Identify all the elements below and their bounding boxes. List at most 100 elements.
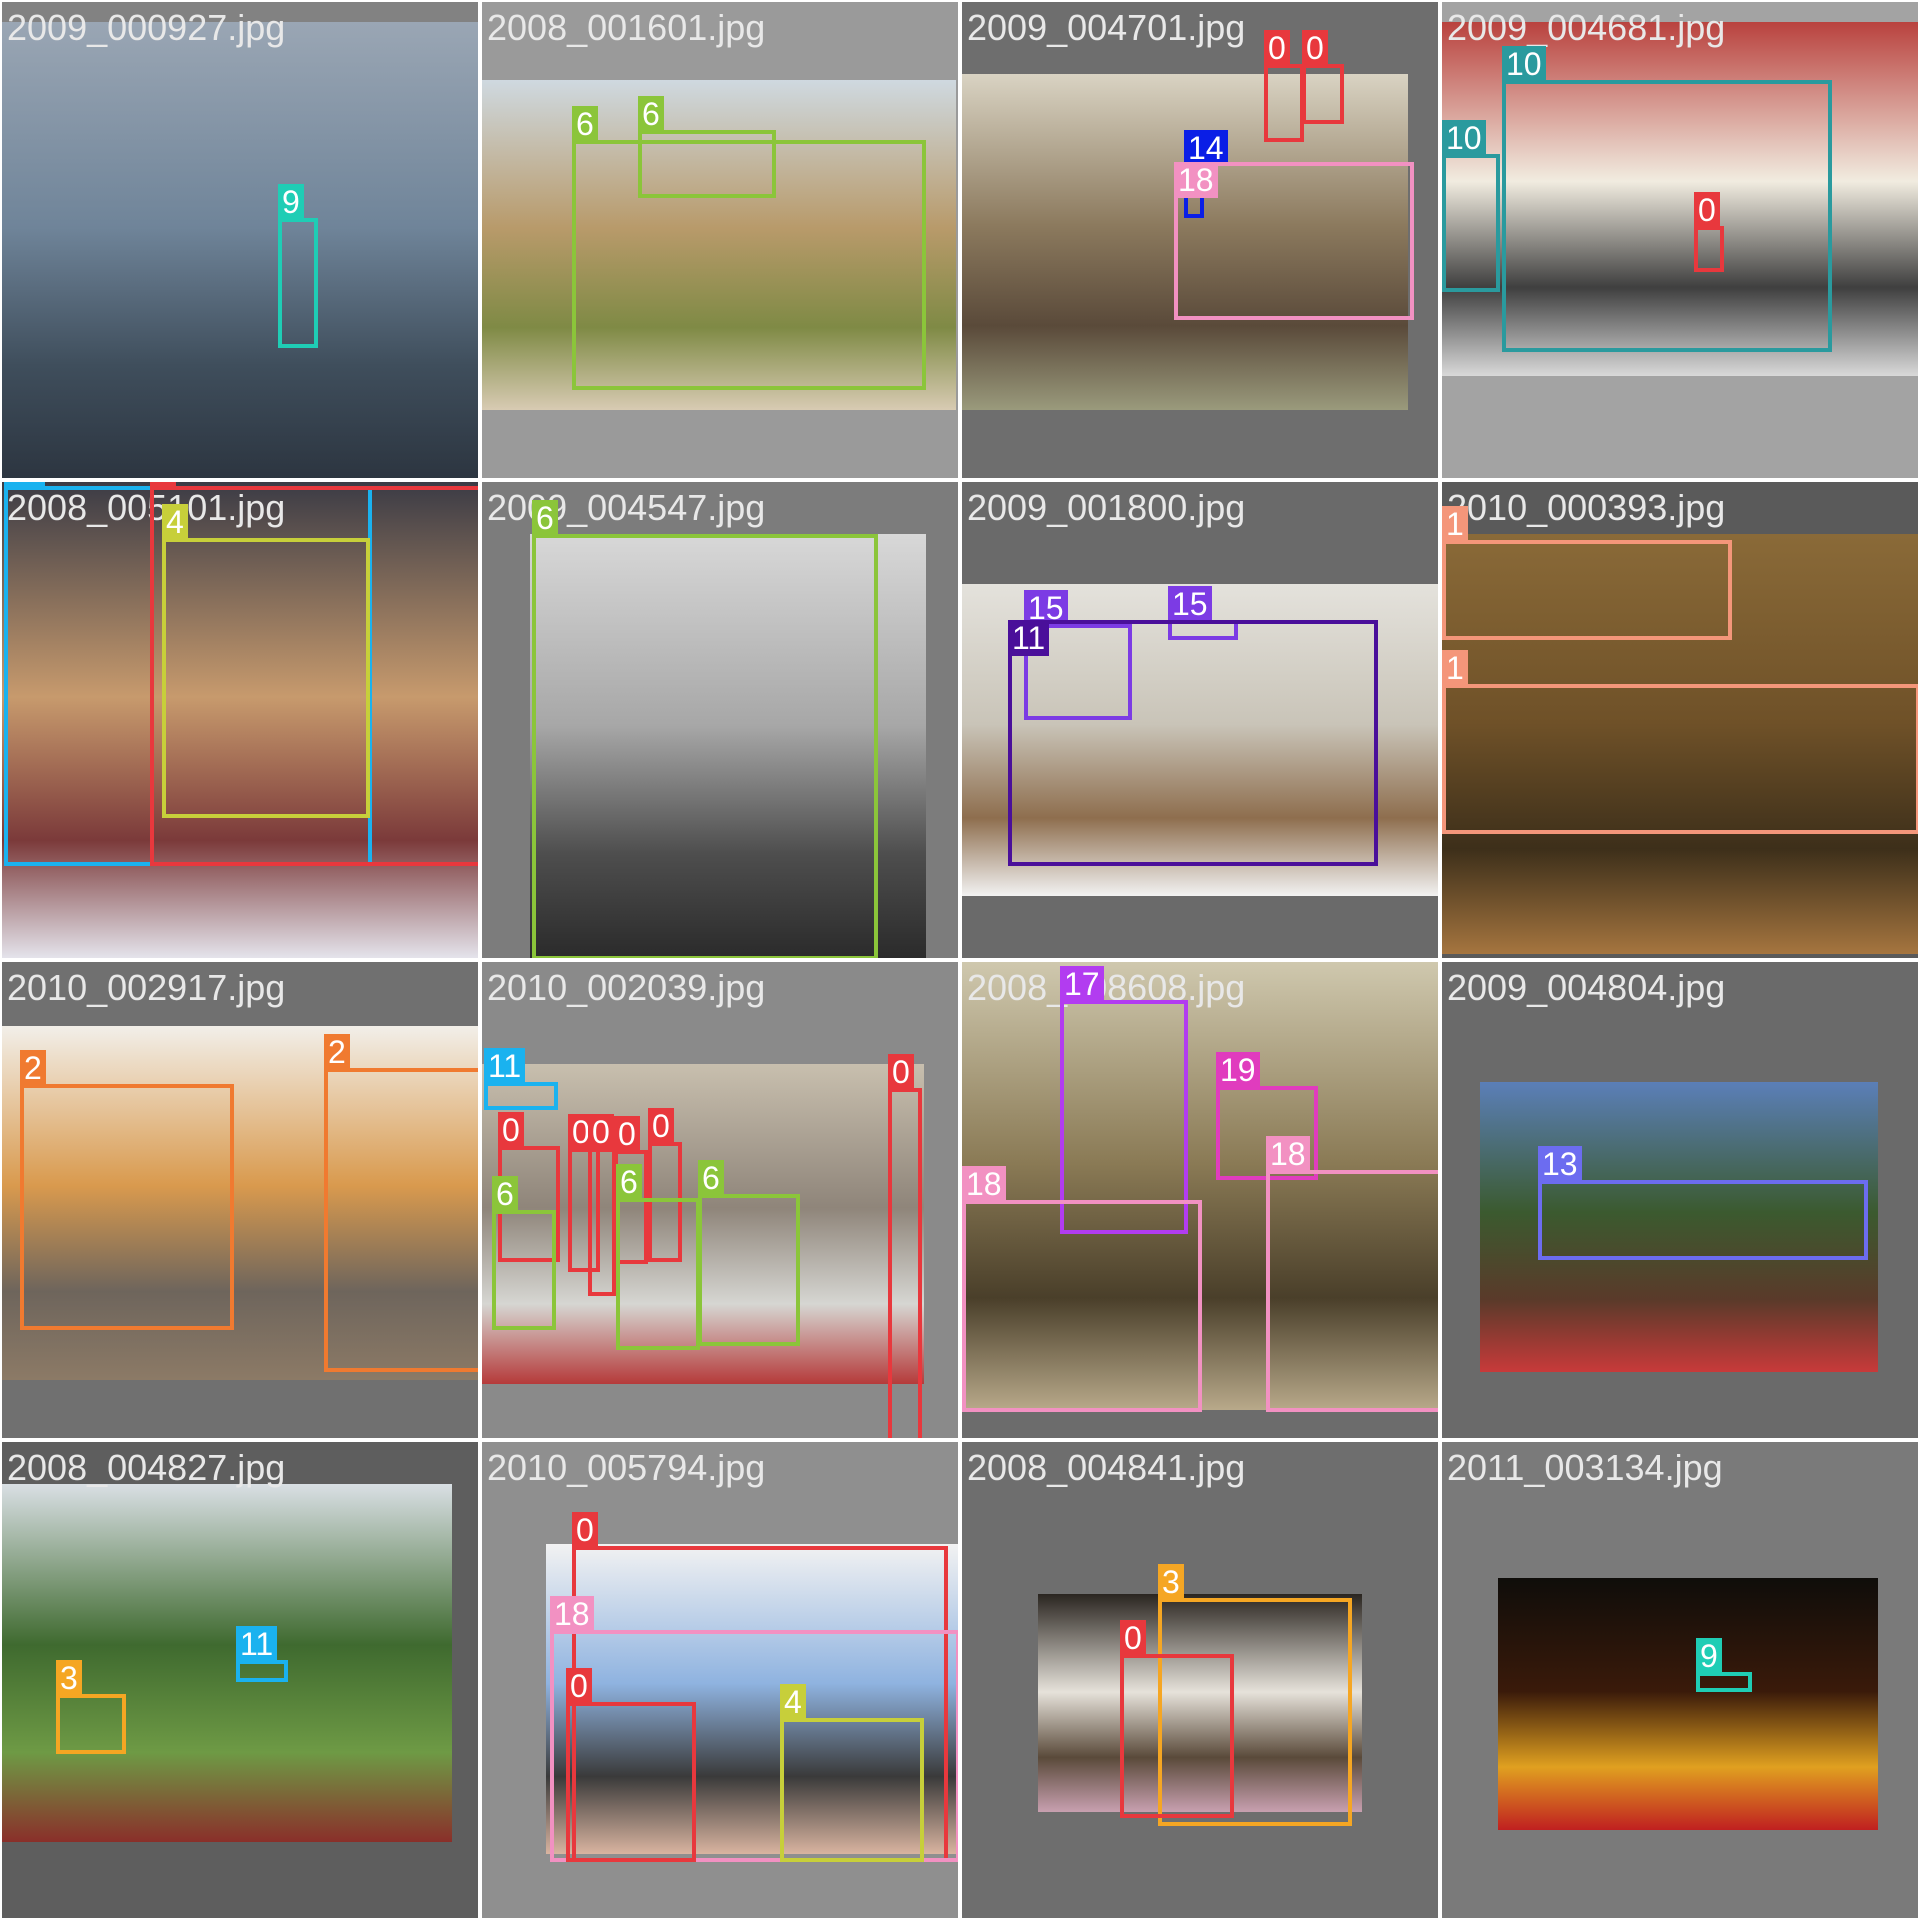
class-label: 3 (1158, 1564, 1184, 1600)
filename-label: 2010_002039.jpg (487, 967, 766, 1008)
image-mosaic: 2009_000927.jpg 9 2008_001601.jpg 6 6 2009_00… (0, 0, 1920, 1920)
bounding-box: 17 (1060, 966, 1188, 1234)
class-label: 0 (150, 482, 176, 488)
class-label: 6 (616, 1164, 642, 1200)
class-label: 13 (1538, 1146, 1582, 1182)
class-label: 6 (638, 96, 664, 132)
bounding-box: 4 (780, 1684, 924, 1862)
class-label: 0 (648, 1108, 674, 1144)
class-label: 11 (4, 482, 46, 488)
class-label: 18 (1266, 1136, 1310, 1172)
class-label: 0 (566, 1668, 592, 1704)
class-label: 0 (1264, 30, 1290, 66)
class-label: 0 (1120, 1620, 1146, 1656)
bounding-box: 0 (588, 1114, 616, 1296)
class-label: 1 (1442, 506, 1468, 542)
bounding-box: 6 (492, 1176, 556, 1330)
image-tile[interactable]: 2009_004547.jpg 6 (482, 482, 958, 958)
filename-label: 2009_004547.jpg (487, 487, 766, 528)
bounding-box: 11 (484, 1048, 558, 1110)
class-label: 15 (1168, 586, 1212, 622)
image-tile[interactable]: 2009_000927.jpg 9 (2, 2, 478, 478)
class-label: 17 (1060, 966, 1104, 1002)
class-label: 11 (484, 1048, 526, 1084)
image-tile[interactable]: 2009_004701.jpg 0 0 14 18 (962, 2, 1438, 478)
filename-label: 2010_002917.jpg (7, 967, 286, 1008)
bounding-box: 1 (1442, 506, 1732, 640)
class-label: 6 (572, 106, 598, 142)
class-label: 0 (614, 1116, 640, 1152)
class-label: 4 (162, 504, 188, 540)
photo (1498, 1578, 1878, 1830)
bounding-box: 18 (1174, 162, 1414, 320)
image-tile[interactable]: 2008_001601.jpg 6 6 (482, 2, 958, 478)
image-tile[interactable]: 2009_001800.jpg 15 15 11 (962, 482, 1438, 958)
class-label: 19 (1216, 1052, 1260, 1088)
bounding-box: 3 (56, 1660, 126, 1754)
class-label: 1 (1442, 650, 1468, 686)
image-tile[interactable]: 2010_002039.jpg 11 0 0 0 0 0 0 6 6 6 (482, 962, 958, 1438)
filename-label: 2009_001800.jpg (967, 487, 1246, 528)
bounding-box: 6 (638, 96, 776, 198)
image-tile[interactable]: 2009_004804.jpg 13 (1442, 962, 1918, 1438)
bounding-box: 0 (1264, 30, 1304, 142)
class-label: 18 (962, 1166, 1006, 1202)
bounding-box: 11 (236, 1626, 288, 1682)
bounding-box: 2 (324, 1034, 478, 1372)
bounding-box: 10 (1502, 46, 1832, 352)
class-label: 18 (1174, 162, 1218, 198)
bounding-box: 6 (698, 1160, 800, 1346)
bounding-box: 13 (1538, 1146, 1868, 1260)
class-label: 11 (236, 1626, 278, 1662)
class-label: 4 (780, 1684, 806, 1720)
bounding-box: 0 (1120, 1620, 1234, 1818)
class-label: 9 (1696, 1638, 1722, 1674)
class-label: 2 (20, 1050, 46, 1086)
filename-label: 2009_000927.jpg (7, 7, 286, 48)
class-label: 3 (56, 1660, 82, 1696)
filename-label: 2008_004841.jpg (967, 1447, 1246, 1488)
bounding-box: 9 (1696, 1638, 1752, 1692)
class-label: 6 (492, 1176, 518, 1212)
class-label: 6 (698, 1160, 724, 1196)
class-label: 18 (550, 1596, 594, 1632)
image-tile[interactable]: 2008_004827.jpg 3 11 (2, 1442, 478, 1918)
class-label: 0 (1694, 192, 1720, 228)
bounding-box: 18 (962, 1166, 1202, 1412)
filename-label: 2010_000393.jpg (1447, 487, 1726, 528)
filename-label: 2009_004701.jpg (967, 7, 1246, 48)
bounding-box: 0 (888, 1054, 922, 1438)
filename-label: 2008_001601.jpg (487, 7, 766, 48)
class-label: 9 (278, 184, 304, 220)
class-label: 2 (324, 1034, 350, 1070)
image-tile[interactable]: 2011_003134.jpg 9 (1442, 1442, 1918, 1918)
filename-label: 2008_004827.jpg (7, 1447, 286, 1488)
bounding-box: 11 (1008, 620, 1378, 866)
image-tile[interactable]: 2008_004841.jpg 3 0 (962, 1442, 1438, 1918)
bounding-box: 4 (162, 504, 370, 818)
filename-label: 2010_005794.jpg (487, 1447, 766, 1488)
bounding-box: 2 (20, 1050, 234, 1330)
bounding-box: 10 (1442, 120, 1500, 292)
filename-label: 2009_004804.jpg (1447, 967, 1726, 1008)
bounding-box: 1 (1442, 650, 1918, 834)
bounding-box: 9 (278, 184, 318, 348)
bounding-box: 18 (1266, 1136, 1438, 1412)
image-tile[interactable]: 2010_002917.jpg 2 2 (2, 962, 478, 1438)
class-label: 10 (1502, 46, 1546, 82)
class-label: 0 (588, 1114, 614, 1150)
bounding-box: 0 (1694, 192, 1724, 272)
class-label: 0 (1302, 30, 1328, 66)
image-tile[interactable]: 2008_005101.jpg1104 (2, 482, 478, 958)
image-tile[interactable]: 2010_005794.jpg 0 18 0 4 (482, 1442, 958, 1918)
image-tile[interactable]: 2010_000393.jpg 1 1 (1442, 482, 1918, 958)
bounding-box: 0 (566, 1668, 696, 1862)
class-label: 14 (1184, 130, 1228, 166)
bounding-box: 6 (616, 1164, 700, 1350)
filename-label: 2011_003134.jpg (1447, 1447, 1723, 1488)
image-tile[interactable]: 2009_004681.jpg 10 10 0 (1442, 2, 1918, 478)
class-label: 0 (572, 1512, 598, 1548)
class-label: 11 (1008, 620, 1050, 656)
photo (2, 22, 478, 478)
image-tile[interactable]: 2008_008608.jpg 17 19 18 18 (962, 962, 1438, 1438)
